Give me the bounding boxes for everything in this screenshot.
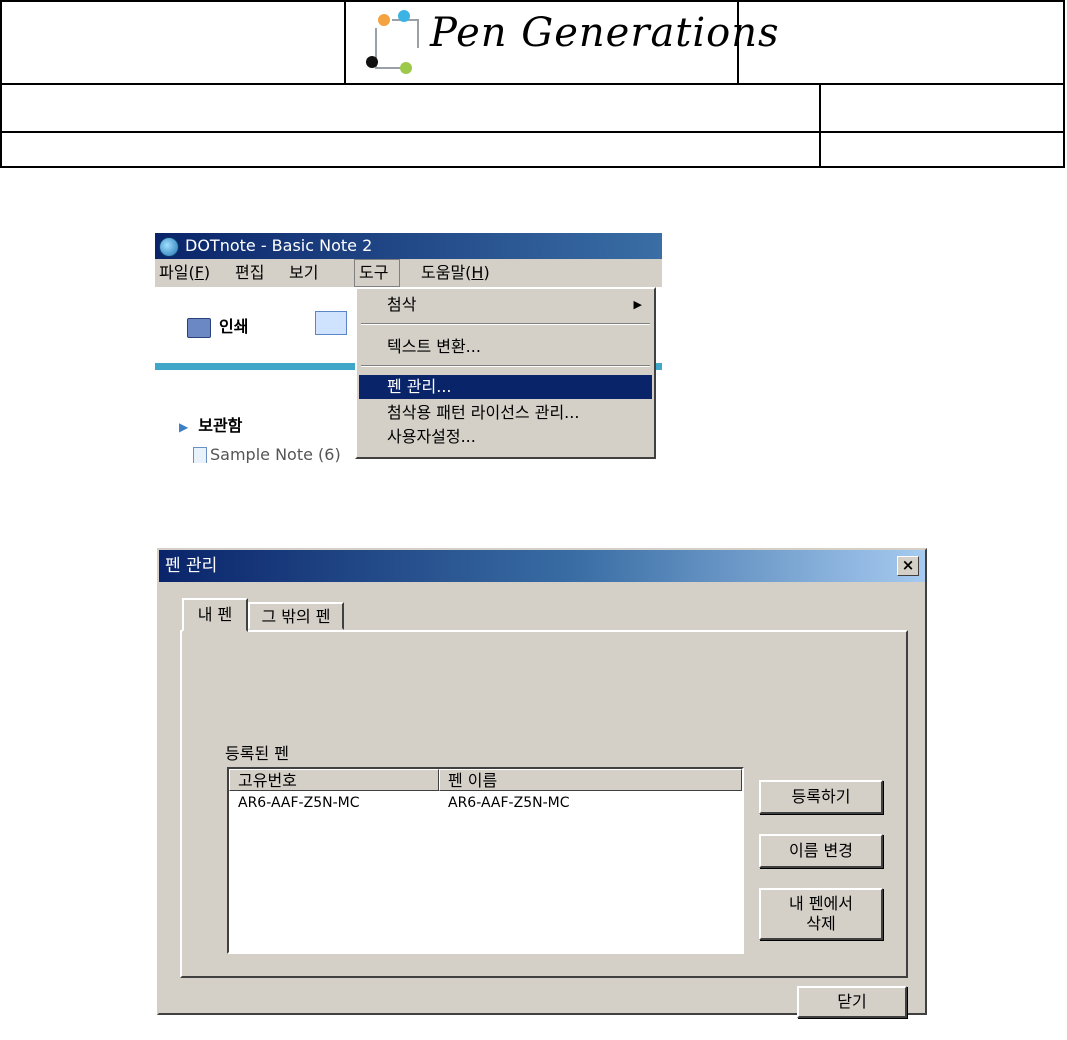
dotnote-app-icon — [159, 237, 179, 257]
header-row-logo: Pen Generations — [2, 2, 1063, 85]
pen-serial-cell[interactable]: AR6-AAF-Z5N-MC — [238, 795, 359, 811]
delete-button-line2: 삭제 — [806, 914, 836, 933]
document-icon — [193, 447, 207, 463]
menu-item-pen-manage[interactable]: 펜 관리... — [359, 375, 652, 399]
cell-divider — [819, 85, 821, 131]
menu-item-pattern-license[interactable]: 첨삭용 패턴 라이선스 관리... — [359, 401, 652, 425]
mail-icon[interactable] — [315, 311, 347, 335]
pen-name-cell[interactable]: AR6-AAF-Z5N-MC — [448, 795, 569, 811]
menu-separator — [361, 365, 650, 367]
window-titlebar: DOTnote - Basic Note 2 — [155, 233, 662, 259]
close-icon[interactable]: × — [897, 556, 919, 576]
header-row-2 — [2, 85, 1063, 133]
menu-item-text-convert[interactable]: 텍스트 변환... — [359, 335, 652, 359]
tab-my-pen[interactable]: 내 펜 — [182, 598, 248, 632]
menu-item-correction[interactable]: 첨삭 ▶ — [359, 293, 652, 317]
menu-help[interactable]: 도움말(H) — [417, 259, 494, 287]
cell-divider — [344, 2, 346, 83]
register-button[interactable]: 등록하기 — [759, 780, 883, 814]
menu-item-user-settings[interactable]: 사용자설정... — [359, 425, 652, 449]
rename-button[interactable]: 이름 변경 — [759, 834, 883, 868]
brand-name: Pen Generations — [430, 10, 780, 56]
dialog-titlebar: 펜 관리 × — [159, 550, 925, 582]
pen-list[interactable]: 고유번호 펜 이름 AR6-AAF-Z5N-MC AR6-AAF-Z5N-MC — [227, 767, 744, 954]
menu-separator — [361, 323, 650, 325]
delete-button-line1: 내 펜에서 — [789, 894, 853, 913]
tree-note[interactable]: Sample Note (6) — [193, 445, 341, 463]
print-button[interactable]: 인쇄 — [187, 313, 248, 338]
column-header-pen-name[interactable]: 펜 이름 — [439, 769, 742, 791]
tools-dropdown-menu: 첨삭 ▶ 텍스트 변환... 펜 관리... 첨삭용 패턴 라이선스 관리... … — [355, 287, 656, 459]
menu-view[interactable]: 보기 — [285, 259, 322, 287]
pen-generations-logo-icon — [366, 10, 419, 74]
dotnote-menu-screenshot: DOTnote - Basic Note 2 파일(F) 편집 보기 도구 도움… — [155, 233, 662, 463]
document-header-table: Pen Generations — [0, 0, 1065, 168]
print-label: 인쇄 — [219, 317, 249, 336]
cell-divider — [819, 133, 821, 168]
header-row-3 — [2, 133, 1063, 168]
pen-manage-dialog: 펜 관리 × 내 펜 그 밖의 펜 등록된 펜 고유번호 펜 이름 AR6-AA… — [157, 548, 927, 1018]
submenu-arrow-icon: ▶ — [633, 298, 642, 311]
registered-pens-label: 등록된 펜 — [225, 744, 289, 763]
tree-folder[interactable]: ▶ 보관함 — [179, 412, 242, 436]
tab-other-pen[interactable]: 그 밖의 펜 — [248, 602, 344, 630]
dialog-title: 펜 관리 — [165, 556, 218, 576]
folder-label: 보관함 — [198, 416, 243, 435]
printer-icon — [187, 317, 211, 338]
menu-file[interactable]: 파일(F) — [155, 259, 214, 287]
note-label: Sample Note (6) — [210, 445, 341, 463]
expand-triangle-icon: ▶ — [179, 420, 189, 434]
menu-edit[interactable]: 편집 — [231, 259, 268, 287]
window-title: DOTnote - Basic Note 2 — [185, 236, 373, 255]
tab-panel: 등록된 펜 고유번호 펜 이름 AR6-AAF-Z5N-MC AR6-AAF-Z… — [180, 630, 908, 978]
delete-from-my-pens-button[interactable]: 내 펜에서 삭제 — [759, 888, 883, 940]
column-header-serial[interactable]: 고유번호 — [229, 769, 439, 791]
menubar: 파일(F) 편집 보기 도구 도움말(H) — [155, 259, 662, 287]
close-button[interactable]: 닫기 — [797, 986, 907, 1018]
menu-tools[interactable]: 도구 — [354, 259, 400, 287]
